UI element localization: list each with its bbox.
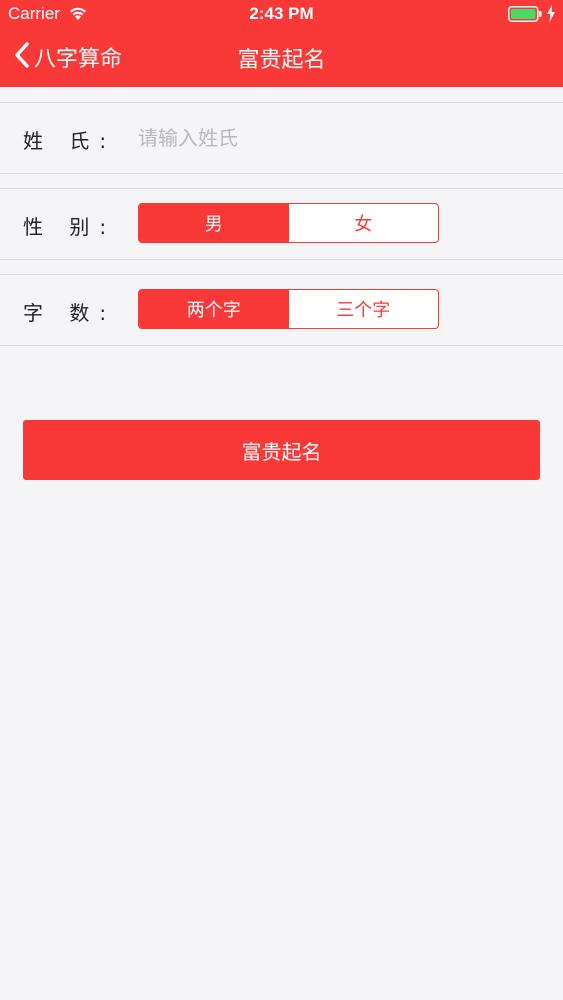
gender-label: 性 别: [23, 215, 117, 239]
app-header: Carrier 2:43 PM 八字算命 富贵起名 [0, 0, 563, 87]
char-count-option-three[interactable]: 三个字 [289, 290, 439, 328]
gender-selector: 男 女 [138, 203, 439, 243]
char-count-label: 字 数: [23, 301, 117, 325]
gender-option-male[interactable]: 男 [139, 204, 289, 242]
gender-option-female[interactable]: 女 [289, 204, 439, 242]
navigation-bar: 八字算命 富贵起名 [0, 30, 563, 84]
generate-name-button[interactable]: 富贵起名 [23, 420, 540, 480]
clock: 2:43 PM [249, 4, 314, 23]
charging-icon [546, 5, 556, 26]
surname-label: 姓 氏: [23, 129, 117, 153]
gender-row: 性 别: 男 女 [0, 188, 563, 260]
char-count-option-two[interactable]: 两个字 [139, 290, 289, 328]
char-count-selector: 两个字 三个字 [138, 289, 439, 329]
page-title: 富贵起名 [237, 48, 326, 73]
battery-icon [508, 6, 542, 26]
surname-row: 姓 氏: [0, 102, 563, 174]
char-count-row: 字 数: 两个字 三个字 [0, 274, 563, 346]
surname-input[interactable] [138, 121, 518, 155]
status-bar: Carrier 2:43 PM [0, 0, 563, 28]
